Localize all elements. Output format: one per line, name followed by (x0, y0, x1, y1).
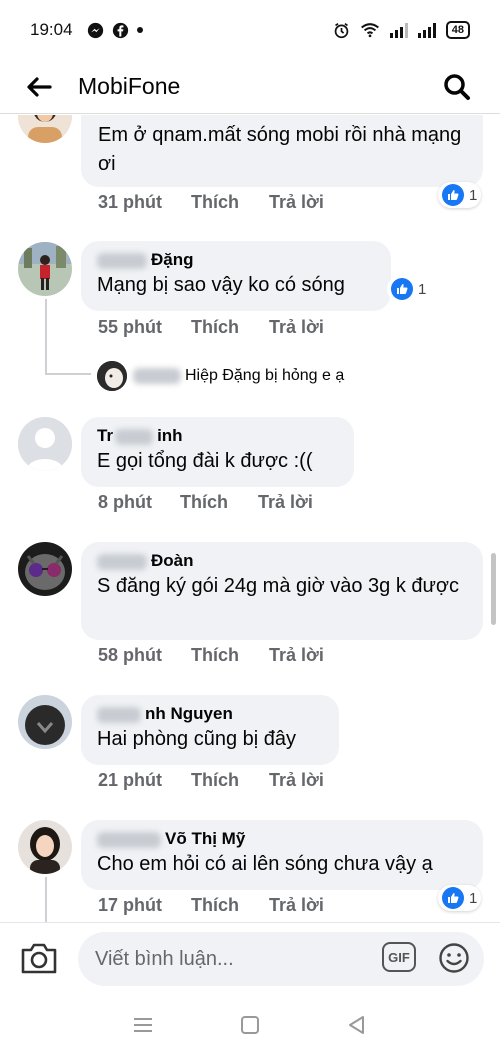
thread-line (45, 299, 47, 375)
reply-button[interactable]: Trả lời (269, 645, 324, 666)
comment-text: E gọi tổng đài k được :(( (97, 450, 313, 472)
dot-icon (136, 27, 143, 33)
comment-feed[interactable]: Em ở qnam.mất sóng mobi rồi nhà mạng ơi … (0, 115, 500, 923)
like-button[interactable]: Thích (191, 192, 269, 213)
alarm-icon (334, 22, 349, 38)
thread-line (45, 877, 47, 923)
comment-time: 8 phút (98, 492, 152, 512)
status-bar: 19:04 48 (0, 0, 500, 60)
comment-author[interactable]: nh Nguyen (145, 704, 233, 723)
signal-icon (417, 22, 436, 38)
avatar[interactable] (18, 695, 72, 749)
facebook-icon (112, 22, 128, 38)
comment-bubble[interactable]: Võ Thị Mỹ Cho em hỏi có ai lên sóng chưa… (81, 820, 483, 890)
comment-author[interactable]: Đặng (151, 250, 194, 269)
status-time: 19:04 (30, 20, 73, 39)
comment-bubble[interactable]: Em ở qnam.mất sóng mobi rồi nhà mạng ơi (81, 115, 483, 187)
reaction-count: 1 (469, 186, 478, 204)
system-nav-bar (0, 994, 500, 1055)
page-header: MobiFone (0, 60, 500, 114)
comment-author[interactable]: inh (157, 426, 183, 445)
reaction-badge[interactable]: 1 (438, 885, 482, 911)
like-button[interactable]: Thích (191, 317, 269, 338)
back-button[interactable] (18, 66, 60, 108)
comment-composer: GIF (0, 922, 500, 994)
thread-line (45, 373, 91, 376)
like-reaction-icon (442, 184, 464, 206)
reply-button[interactable]: Trả lời (269, 770, 324, 791)
signal-icon (389, 22, 408, 38)
comment-actions: 8 phút Thích Trả lời (98, 492, 313, 513)
comment-text: Em ở qnam.mất sóng mobi rồi nhà mạng ơi (98, 124, 462, 175)
back-triangle-icon (348, 1015, 364, 1034)
reply-preview-text: Hiệp Đặng bị hỏng e ạ (185, 367, 345, 384)
comment-time: 55 phút (98, 317, 163, 337)
arrow-left-icon (27, 76, 52, 97)
home-button[interactable] (235, 1010, 265, 1040)
reaction-badge[interactable]: 1 (387, 276, 431, 302)
comment-text: Cho em hỏi có ai lên sóng chưa vậy ạ (97, 853, 433, 875)
comment-time: 31 phút (98, 192, 163, 212)
reaction-badge[interactable]: 1 (438, 182, 482, 208)
like-button[interactable]: Thích (191, 895, 269, 916)
comment-bubble[interactable]: Tr inh E gọi tổng đài k được :(( (81, 417, 354, 487)
comment-bubble[interactable]: nh Nguyen Hai phòng cũng bị đây (81, 695, 339, 765)
comment-input[interactable] (78, 932, 484, 986)
like-button[interactable]: Thích (191, 645, 269, 666)
comment-time: 58 phút (98, 645, 163, 665)
like-reaction-icon (391, 278, 413, 300)
avatar[interactable] (18, 115, 72, 143)
nav-back-button[interactable] (342, 1010, 372, 1040)
avatar[interactable] (18, 542, 72, 596)
wifi-icon (360, 23, 379, 38)
like-button[interactable]: Thích (191, 770, 269, 791)
reply-button[interactable]: Trả lời (269, 895, 324, 916)
comment-author[interactable]: Đoàn (151, 551, 194, 570)
comment-text: S đăng ký gói 24g mà giờ vào 3g k được (97, 575, 460, 597)
camera-icon (21, 943, 57, 974)
comment-actions: 21 phút Thích Trả lời (98, 770, 324, 791)
page-title: MobiFone (78, 73, 181, 99)
avatar (97, 361, 127, 391)
recents-button[interactable] (128, 1010, 158, 1040)
reply-button[interactable]: Trả lời (269, 192, 324, 213)
emoji-icon (439, 943, 469, 973)
scrollbar[interactable] (491, 553, 496, 625)
avatar[interactable] (18, 820, 72, 874)
camera-button[interactable] (20, 941, 58, 977)
comment-text: Hai phòng cũng bị đây (97, 728, 297, 750)
comment-time: 17 phút (98, 895, 163, 915)
reply-preview[interactable]: Hiệp Đặng bị hỏng e ạ (97, 361, 344, 391)
messenger-icon (87, 22, 103, 38)
like-button[interactable]: Thích (180, 492, 258, 513)
comment-actions: 17 phút Thích Trả lời (98, 895, 324, 916)
reply-button[interactable]: Trả lời (269, 317, 324, 338)
comment-actions: 31 phút Thích Trả lời (98, 192, 324, 213)
like-reaction-icon (442, 887, 464, 909)
gif-button[interactable]: GIF (382, 942, 416, 972)
comment-author[interactable]: Võ Thị Mỹ (165, 829, 245, 848)
reaction-count: 1 (469, 889, 478, 907)
comment-bubble[interactable]: Đoàn S đăng ký gói 24g mà giờ vào 3g k đ… (81, 542, 483, 640)
comment-actions: 55 phút Thích Trả lời (98, 317, 324, 338)
emoji-button[interactable] (438, 942, 470, 974)
menu-icon (134, 1017, 153, 1032)
avatar[interactable] (18, 417, 72, 471)
battery-indicator: 48 (445, 21, 470, 39)
search-icon (444, 73, 470, 100)
search-button[interactable] (436, 66, 478, 108)
comment-time: 21 phút (98, 770, 163, 790)
comment-actions: 58 phút Thích Trả lời (98, 645, 324, 666)
comment-text: Mạng bị sao vậy ko có sóng (97, 274, 345, 296)
comment-bubble[interactable]: Đặng Mạng bị sao vậy ko có sóng (81, 241, 391, 311)
avatar[interactable] (18, 242, 72, 296)
reaction-count: 1 (418, 280, 427, 298)
home-icon (240, 1015, 259, 1034)
reply-button[interactable]: Trả lời (258, 492, 313, 513)
